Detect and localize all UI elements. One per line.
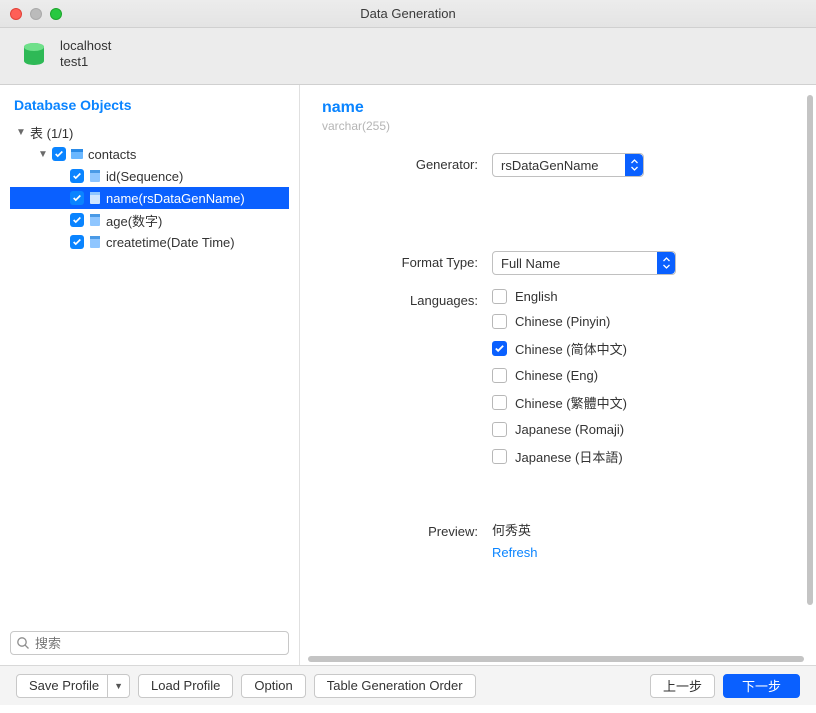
next-button[interactable]: 下一步	[723, 674, 800, 698]
language-option[interactable]: Japanese (日本語)	[492, 447, 627, 466]
checkbox-icon[interactable]	[52, 147, 66, 161]
object-tree: ▼ 表 (1/1) ▼ contacts id(Sequence) name(r…	[10, 121, 289, 623]
tree-column-createtime[interactable]: createtime(Date Time)	[10, 231, 289, 253]
tree-column-name[interactable]: name(rsDataGenName)	[10, 187, 289, 209]
language-label: Chinese (Pinyin)	[515, 314, 610, 329]
detail-panel: name varchar(255) Generator: rsDataGenNa…	[300, 85, 816, 665]
tree-table-label: contacts	[88, 147, 136, 162]
host-label: localhost	[60, 38, 111, 54]
field-name-title: name	[322, 99, 794, 117]
tree-column-label: name(rsDataGenName)	[106, 191, 245, 206]
language-label: Japanese (Romaji)	[515, 422, 624, 437]
preview-label: Preview:	[322, 520, 492, 539]
generator-select[interactable]: rsDataGenName	[492, 153, 644, 177]
updown-icon	[657, 252, 675, 274]
language-option[interactable]: Chinese (繁體中文)	[492, 393, 627, 412]
language-label: Chinese (繁體中文)	[515, 393, 627, 412]
languages-list: English Chinese (Pinyin) Chinese (简体中文) …	[492, 289, 627, 466]
vertical-scrollbar[interactable]	[806, 95, 814, 605]
checkbox-icon[interactable]	[70, 213, 84, 227]
header: localhost test1	[0, 28, 816, 85]
search-icon	[16, 636, 30, 653]
option-button[interactable]: Option	[241, 674, 305, 698]
refresh-link[interactable]: Refresh	[492, 545, 538, 560]
titlebar: Data Generation	[0, 0, 816, 28]
search-input[interactable]	[10, 631, 289, 655]
table-generation-order-button[interactable]: Table Generation Order	[314, 674, 476, 698]
checkbox-icon[interactable]	[70, 235, 84, 249]
language-option[interactable]: Chinese (简体中文)	[492, 339, 627, 358]
checkbox-icon[interactable]	[492, 314, 507, 329]
language-label: Chinese (Eng)	[515, 368, 598, 383]
column-icon	[88, 213, 102, 227]
database-icon	[20, 40, 48, 68]
language-option[interactable]: English	[492, 289, 627, 304]
sidebar-title: Database Objects	[10, 97, 289, 113]
column-icon	[88, 169, 102, 183]
checkbox-icon[interactable]	[492, 422, 507, 437]
chevron-down-icon[interactable]: ▼	[114, 681, 125, 691]
checkbox-icon[interactable]	[492, 449, 507, 464]
field-type-label: varchar(255)	[322, 119, 794, 133]
save-profile-button[interactable]: Save Profile ▼	[16, 674, 130, 698]
languages-label: Languages:	[322, 289, 492, 308]
sidebar: Database Objects ▼ 表 (1/1) ▼ contacts id…	[0, 85, 300, 665]
column-icon	[88, 235, 102, 249]
tree-root-label: 表 (1/1)	[30, 123, 73, 142]
tree-column-label: age(数字)	[106, 211, 162, 230]
format-select[interactable]: Full Name	[492, 251, 676, 275]
tree-column-label: createtime(Date Time)	[106, 235, 235, 250]
generator-label: Generator:	[322, 153, 492, 172]
language-option[interactable]: Japanese (Romaji)	[492, 422, 627, 437]
format-value: Full Name	[501, 256, 560, 271]
language-label: Chinese (简体中文)	[515, 339, 627, 358]
checkbox-icon[interactable]	[492, 289, 507, 304]
table-icon	[70, 147, 84, 161]
language-option[interactable]: Chinese (Pinyin)	[492, 314, 627, 329]
tree-root[interactable]: ▼ 表 (1/1)	[10, 121, 289, 143]
prev-button[interactable]: 上一步	[650, 674, 715, 698]
column-icon	[88, 191, 102, 205]
tree-column-id[interactable]: id(Sequence)	[10, 165, 289, 187]
checkbox-icon[interactable]	[70, 169, 84, 183]
format-label: Format Type:	[322, 251, 492, 270]
chevron-down-icon[interactable]: ▼	[38, 149, 48, 160]
generator-value: rsDataGenName	[501, 158, 599, 173]
db-label: test1	[60, 54, 111, 70]
checkbox-icon[interactable]	[492, 395, 507, 410]
load-profile-button[interactable]: Load Profile	[138, 674, 233, 698]
tree-column-age[interactable]: age(数字)	[10, 209, 289, 231]
window-title: Data Generation	[0, 6, 816, 21]
preview-value: 何秀英	[492, 520, 538, 539]
checkbox-icon[interactable]	[492, 341, 507, 356]
save-profile-label: Save Profile	[29, 678, 99, 693]
checkbox-icon[interactable]	[492, 368, 507, 383]
language-option[interactable]: Chinese (Eng)	[492, 368, 627, 383]
connection-info: localhost test1	[60, 38, 111, 70]
language-label: English	[515, 289, 558, 304]
tree-table[interactable]: ▼ contacts	[10, 143, 289, 165]
tree-column-label: id(Sequence)	[106, 169, 183, 184]
chevron-down-icon[interactable]: ▼	[16, 127, 26, 138]
checkbox-icon[interactable]	[70, 191, 84, 205]
horizontal-scrollbar[interactable]	[308, 655, 804, 663]
language-label: Japanese (日本語)	[515, 447, 623, 466]
footer: Save Profile ▼ Load Profile Option Table…	[0, 665, 816, 705]
search-wrap	[10, 631, 289, 655]
updown-icon	[625, 154, 643, 176]
